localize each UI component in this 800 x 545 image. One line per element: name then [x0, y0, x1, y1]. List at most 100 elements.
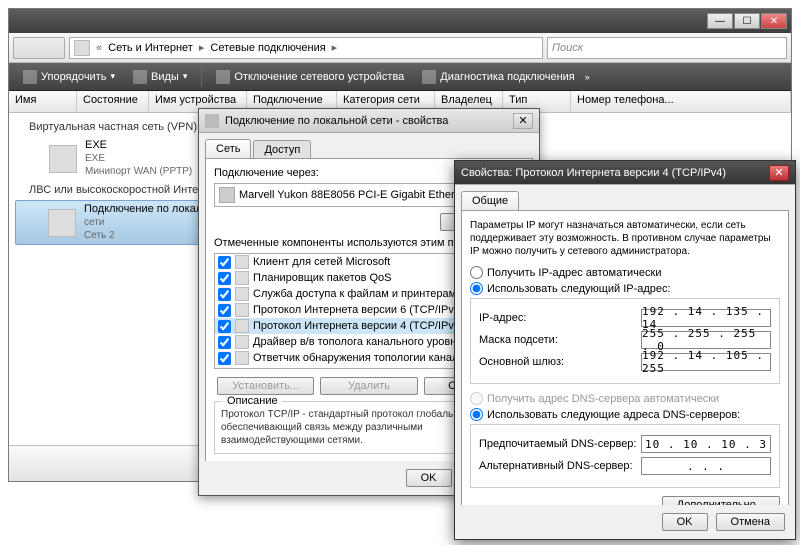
diagnose-button[interactable]: Диагностика подключения — [414, 66, 582, 88]
ipv4-properties-dialog: Свойства: Протокол Интернета версии 4 (T… — [454, 160, 796, 540]
component-checkbox[interactable] — [218, 256, 231, 269]
dialog-close-button[interactable]: ✕ — [769, 165, 789, 181]
adapter-icon — [219, 187, 235, 203]
remove-button[interactable]: Удалить — [320, 377, 417, 395]
col-name[interactable]: Имя — [9, 91, 77, 112]
dialog-titlebar[interactable]: Подключение по локальной сети - свойства… — [199, 109, 539, 133]
tab-page-general: Параметры IP могут назначаться автоматич… — [461, 210, 789, 524]
ok-button[interactable]: OK — [662, 513, 708, 531]
toolbar-separator — [201, 67, 202, 87]
component-label: Ответчик обнаружения топологии канальног… — [253, 352, 486, 364]
component-checkbox[interactable] — [218, 288, 231, 301]
radio-manual-dns-label: Использовать следующие адреса DNS-сервер… — [487, 409, 740, 421]
description-title: Описание — [223, 395, 282, 407]
col-phone[interactable]: Номер телефона... — [571, 91, 791, 112]
search-placeholder: Поиск — [552, 42, 583, 54]
tab-general[interactable]: Общие — [461, 191, 519, 210]
breadcrumb-segment[interactable]: Сеть и Интернет — [104, 42, 197, 54]
disable-icon — [216, 70, 230, 84]
search-input[interactable]: Поиск — [547, 37, 787, 59]
dns-fieldset: Предпочитаемый DNS-сервер: 10 . 10 . 10 … — [470, 424, 780, 488]
protocol-icon — [235, 319, 249, 333]
organize-label: Упорядочить — [41, 71, 106, 83]
component-label: Драйвер в/в тополога канального уровня — [253, 336, 462, 348]
component-checkbox[interactable] — [218, 352, 231, 365]
radio-manual-ip-input[interactable] — [470, 282, 483, 295]
dialog-title-text: Свойства: Протокол Интернета версии 4 (T… — [461, 167, 726, 179]
disable-device-button[interactable]: Отключение сетевого устройства — [208, 66, 412, 88]
radio-auto-dns-input — [470, 392, 483, 405]
address-bar[interactable]: « Сеть и Интернет ▸ Сетевые подключения … — [69, 37, 543, 59]
component-checkbox[interactable] — [218, 320, 231, 333]
tab-access[interactable]: Доступ — [253, 140, 311, 159]
chevron-down-icon: ▾ — [110, 71, 115, 82]
ip-address-row: IP-адрес: 192 . 14 . 135 . 14 — [479, 309, 771, 327]
radio-auto-dns-label: Получить адрес DNS-сервера автоматически — [487, 393, 719, 405]
ip-fieldset: IP-адрес: 192 . 14 . 135 . 14 Маска подс… — [470, 298, 780, 384]
organize-button[interactable]: Упорядочить ▾ — [15, 66, 123, 88]
preferred-dns-row: Предпочитаемый DNS-сервер: 10 . 10 . 10 … — [479, 435, 771, 453]
radio-manual-ip-label: Использовать следующий IP-адрес: — [487, 283, 671, 295]
vpn-icon — [49, 145, 77, 173]
gateway-input[interactable]: 192 . 14 . 105 . 255 — [641, 353, 771, 371]
service-icon — [235, 271, 249, 285]
dialog-icon — [205, 114, 219, 128]
subnet-mask-row: Маска подсети: 255 . 255 . 255 . 0 — [479, 331, 771, 349]
component-label: Протокол Интернета версии 4 (TCP/IPv4) — [253, 320, 464, 332]
component-checkbox[interactable] — [218, 336, 231, 349]
minimize-button[interactable]: — — [707, 13, 733, 29]
driver-icon — [235, 335, 249, 349]
subnet-mask-input[interactable]: 255 . 255 . 255 . 0 — [641, 331, 771, 349]
radio-auto-dns[interactable]: Получить адрес DNS-сервера автоматически — [470, 392, 780, 405]
item-line2: EXE — [85, 152, 192, 165]
component-checkbox[interactable] — [218, 272, 231, 285]
window-titlebar[interactable]: — ☐ ✕ — [9, 9, 791, 33]
radio-manual-dns[interactable]: Использовать следующие адреса DNS-сервер… — [470, 408, 780, 421]
nav-back-forward[interactable] — [13, 37, 65, 59]
protocol-icon — [235, 303, 249, 317]
cancel-button[interactable]: Отмена — [716, 513, 785, 531]
item-name: EXE — [85, 139, 192, 152]
nav-bar: « Сеть и Интернет ▸ Сетевые подключения … — [9, 33, 791, 63]
radio-auto-ip-input[interactable] — [470, 266, 483, 279]
views-label: Виды — [151, 71, 179, 83]
disable-label: Отключение сетевого устройства — [234, 71, 404, 83]
dialog-titlebar[interactable]: Свойства: Протокол Интернета версии 4 (T… — [455, 161, 795, 185]
ip-address-input[interactable]: 192 . 14 . 135 . 14 — [641, 309, 771, 327]
client-icon — [235, 255, 249, 269]
dns2-label: Альтернативный DNS-сервер: — [479, 460, 633, 472]
breadcrumb-segment[interactable]: Сетевые подключения — [206, 42, 329, 54]
component-label: Планировщик пакетов QoS — [253, 272, 392, 284]
ok-button[interactable]: OK — [406, 469, 452, 487]
crumb-chevron-icon: ▸ — [330, 41, 340, 54]
tab-strip: Сеть Доступ — [199, 133, 539, 158]
tab-network[interactable]: Сеть — [205, 139, 251, 158]
radio-manual-ip[interactable]: Использовать следующий IP-адрес: — [470, 282, 780, 295]
maximize-button[interactable]: ☐ — [734, 13, 760, 29]
radio-manual-dns-input[interactable] — [470, 408, 483, 421]
dialog-close-button[interactable]: ✕ — [513, 113, 533, 129]
overflow-chevron-icon[interactable]: » — [585, 72, 590, 82]
tab-strip: Общие — [455, 185, 795, 210]
component-label: Клиент для сетей Microsoft — [253, 256, 390, 268]
alternate-dns-input[interactable]: . . . — [641, 457, 771, 475]
gateway-label: Основной шлюз: — [479, 356, 564, 368]
info-text: Параметры IP могут назначаться автоматич… — [470, 219, 780, 258]
diagnose-icon — [422, 70, 436, 84]
gateway-row: Основной шлюз: 192 . 14 . 105 . 255 — [479, 353, 771, 371]
install-button[interactable]: Установить... — [217, 377, 314, 395]
views-button[interactable]: Виды▾ — [125, 66, 195, 88]
component-checkbox[interactable] — [218, 304, 231, 317]
component-label: Протокол Интернета версии 6 (TCP/IPv6) — [253, 304, 464, 316]
radio-auto-ip[interactable]: Получить IP-адрес автоматически — [470, 266, 780, 279]
service-icon — [235, 287, 249, 301]
mask-label: Маска подсети: — [479, 334, 558, 346]
crumb-chevron-icon: ▸ — [197, 41, 207, 54]
col-state[interactable]: Состояние — [77, 91, 149, 112]
diagnose-label: Диагностика подключения — [440, 71, 574, 83]
radio-auto-ip-label: Получить IP-адрес автоматически — [487, 267, 661, 279]
close-button[interactable]: ✕ — [761, 13, 787, 29]
preferred-dns-input[interactable]: 10 . 10 . 10 . 3 — [641, 435, 771, 453]
views-icon — [133, 70, 147, 84]
ip-label: IP-адрес: — [479, 312, 526, 324]
